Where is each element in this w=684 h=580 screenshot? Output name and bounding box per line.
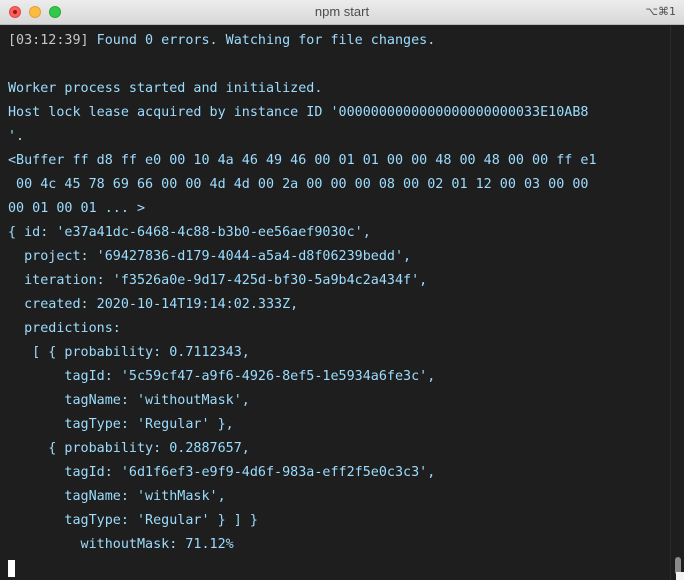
terminal-line: { probability: 0.2887657, (8, 441, 250, 456)
terminal-line: tagId: '5c59cf47-a9f6-4926-8ef5-1e5934a6… (8, 369, 436, 384)
terminal-line: tagName: 'withMask', (8, 489, 226, 504)
terminal-line: [ { probability: 0.7112343, (8, 345, 250, 360)
log-timestamp: [03:12:39] (8, 33, 89, 48)
terminal-prompt-line[interactable] (8, 557, 670, 580)
terminal-line: 00 4c 45 78 69 66 00 00 4d 4d 00 2a 00 0… (8, 177, 589, 192)
terminal-line: withoutMask: 71.12% (8, 537, 234, 552)
terminal-line: '. (8, 129, 25, 144)
title-bar[interactable]: npm start ⌥⌘1 (0, 0, 684, 25)
terminal-line: <Buffer ff d8 ff e0 00 10 4a 46 49 46 00… (8, 153, 597, 168)
log-message: Found 0 errors. Watching for file change… (88, 33, 436, 48)
terminal-line: Host lock lease acquired by instance ID … (8, 105, 589, 120)
terminal-line: tagType: 'Regular' }, (8, 417, 234, 432)
terminal-line: [03:12:39] Found 0 errors. Watching for … (8, 29, 670, 53)
terminal-window: npm start ⌥⌘1 [03:12:39] Found 0 errors.… (0, 0, 684, 580)
window-title: npm start (314, 4, 370, 19)
terminal-line: tagType: 'Regular' } ] } (8, 513, 258, 528)
terminal-line: created: 2020-10-14T19:14:02.333Z, (8, 297, 299, 312)
terminal-line: project: '69427836-d179-4044-a5a4-d8f062… (8, 249, 412, 264)
text-cursor (8, 559, 15, 577)
terminal-line: predictions: (8, 321, 121, 336)
terminal-line: tagId: '6d1f6ef3-e9f9-4d6f-983a-eff2f5e0… (8, 465, 436, 480)
terminal-line: tagName: 'withoutMask', (8, 393, 250, 408)
vertical-scrollbar[interactable] (670, 25, 684, 580)
terminal-output[interactable]: [03:12:39] Found 0 errors. Watching for … (0, 25, 670, 580)
window-shortcut-label: ⌥⌘1 (645, 5, 676, 18)
resize-grip[interactable] (676, 572, 684, 580)
terminal-line: 00 01 00 01 ... > (8, 201, 146, 216)
terminal-line: { id: 'e37a41dc-6468-4c88-b3b0-ee56aef90… (8, 225, 371, 240)
terminal-line: iteration: 'f3526a0e-9d17-425d-bf30-5a9b… (8, 273, 428, 288)
terminal-line: Worker process started and initialized. (8, 81, 323, 96)
